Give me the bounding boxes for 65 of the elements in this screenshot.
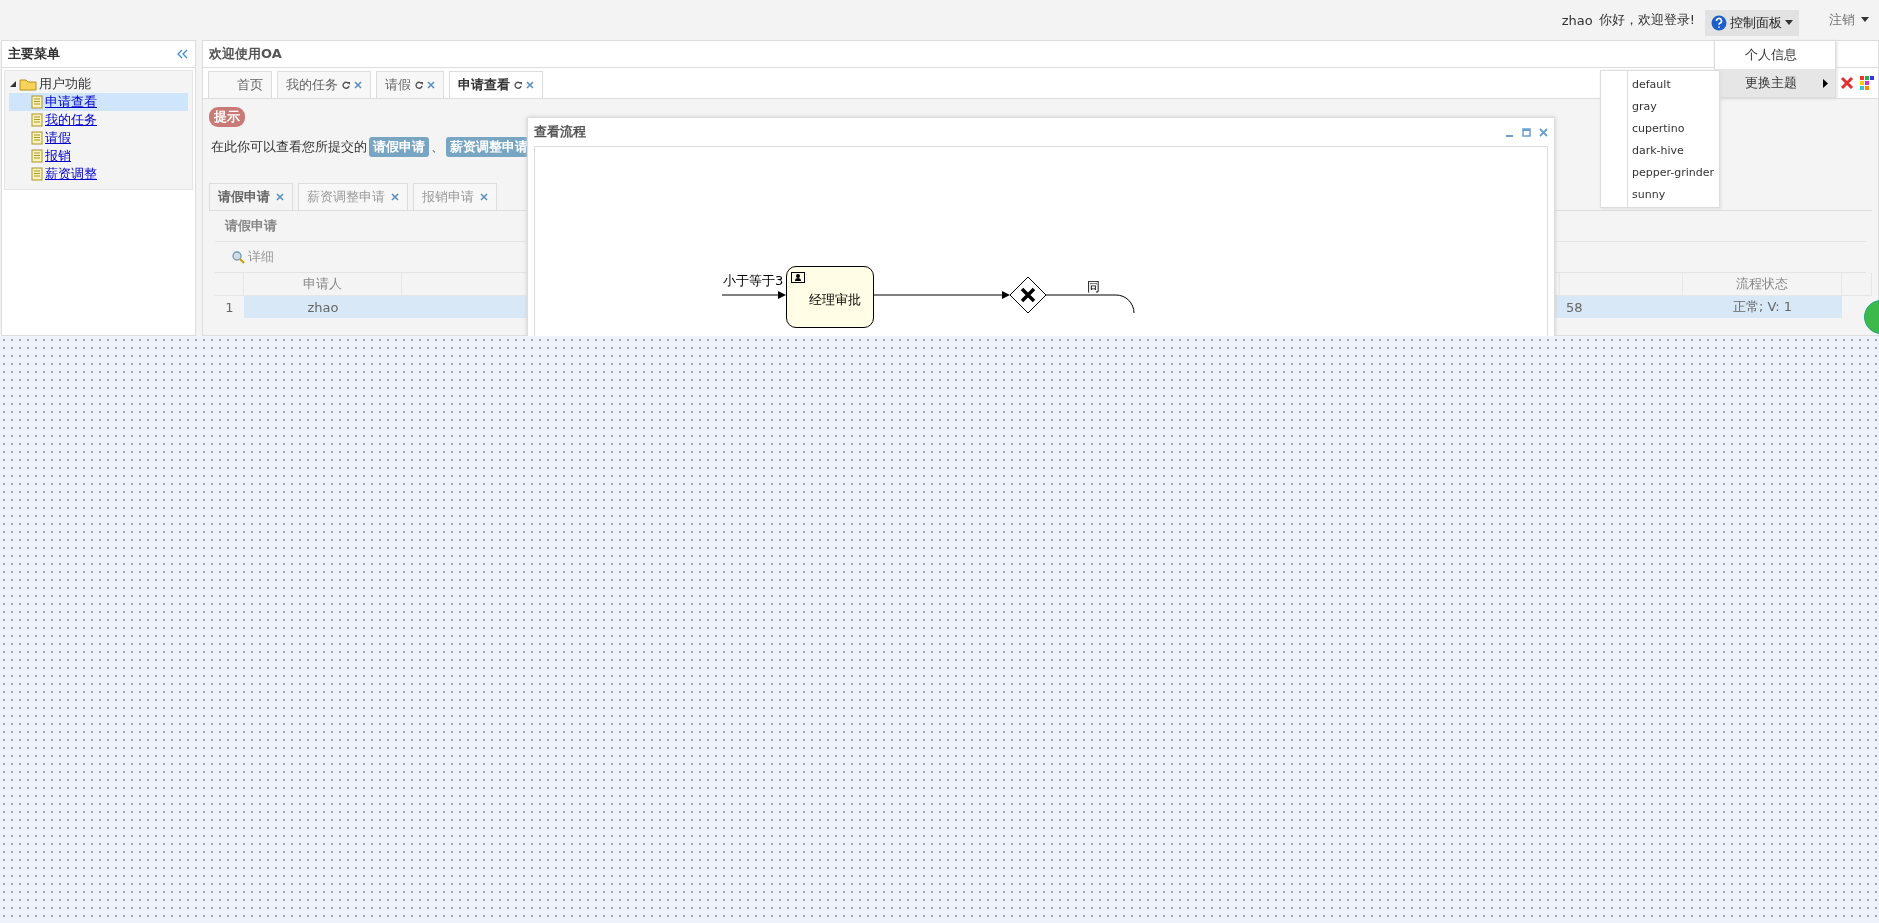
user-name: zhao <box>1561 12 1593 28</box>
control-panel-button[interactable]: 控制面板 <box>1705 10 1799 36</box>
flow-label: 同 <box>1087 278 1100 296</box>
search-icon <box>231 250 245 264</box>
menu-item[interactable]: gray <box>1601 95 1719 117</box>
menu-item[interactable]: cupertino <box>1601 117 1719 139</box>
tree-link[interactable]: 我的任务 <box>45 111 97 129</box>
reload-icon <box>514 81 522 89</box>
column-header <box>1842 273 1872 296</box>
close-icon <box>276 193 284 201</box>
help-icon <box>1711 15 1727 31</box>
tab[interactable]: 申请查看 <box>449 71 543 98</box>
tag: 请假申请 <box>369 137 429 157</box>
greeting-text: 你好，欢迎登录! <box>1598 11 1695 29</box>
task-label: 经理审批 <box>809 291 861 309</box>
document-icon <box>31 95 43 109</box>
grid-icon[interactable] <box>1859 75 1875 91</box>
tip-text: 、 <box>431 138 444 156</box>
maximize-icon[interactable] <box>1522 127 1531 137</box>
table-cell: 58 <box>1560 296 1683 318</box>
reload-icon <box>415 81 423 89</box>
reload-icon <box>342 81 350 89</box>
tab[interactable]: 请假 <box>376 71 444 98</box>
document-icon <box>31 167 43 181</box>
caret-icon <box>1785 20 1793 26</box>
tree-link[interactable]: 报销 <box>45 147 71 165</box>
flow-label: 小于等于3 <box>723 272 784 290</box>
document-icon <box>31 131 43 145</box>
delete-icon[interactable] <box>1839 75 1855 91</box>
tree-link[interactable]: 请假 <box>45 129 71 147</box>
close-icon <box>427 81 435 89</box>
caret-icon <box>1861 17 1869 23</box>
document-icon <box>31 113 43 127</box>
panel-title: 主要菜单 <box>8 45 60 63</box>
folder-icon <box>19 77 37 91</box>
dialog-title: 查看流程 <box>534 123 586 141</box>
menu-item[interactable]: 更换主题 <box>1715 69 1835 97</box>
tab[interactable]: 我的任务 <box>277 71 371 98</box>
close-icon <box>526 81 534 89</box>
tip-badge: 提示 <box>209 107 245 127</box>
menu-item[interactable]: 个人信息 <box>1715 41 1835 69</box>
table-cell: 正常; V: 1 <box>1683 296 1842 318</box>
expander-icon[interactable] <box>9 80 17 88</box>
section-title: 请假申请 <box>225 217 277 235</box>
logout-button[interactable]: 注销 <box>1823 10 1875 30</box>
menu-item[interactable]: pepper-grinder <box>1601 161 1719 183</box>
tab[interactable]: 首页 <box>208 71 272 98</box>
tab[interactable]: 请假申请 <box>209 183 293 210</box>
row-number: 1 <box>224 298 235 317</box>
close-icon <box>391 193 399 201</box>
tree-link[interactable]: 薪资调整 <box>45 165 97 183</box>
close-icon <box>480 193 488 201</box>
close-icon <box>354 81 362 89</box>
gateway-node <box>1009 276 1047 314</box>
menu-item[interactable]: sunny <box>1601 183 1719 205</box>
collapse-icon[interactable] <box>177 49 189 59</box>
table-cell: zhao <box>244 296 402 318</box>
panel-title: 欢迎使用OA <box>209 45 282 63</box>
submenu-arrow-icon <box>1823 78 1829 88</box>
tip-text: 在此你可以查看您所提交的 <box>211 138 367 156</box>
tree-label[interactable]: 用户功能 <box>39 75 91 93</box>
menu-item[interactable]: dark-hive <box>1601 139 1719 161</box>
close-icon[interactable] <box>1539 127 1548 137</box>
document-icon <box>31 149 43 163</box>
user-icon <box>791 272 805 283</box>
